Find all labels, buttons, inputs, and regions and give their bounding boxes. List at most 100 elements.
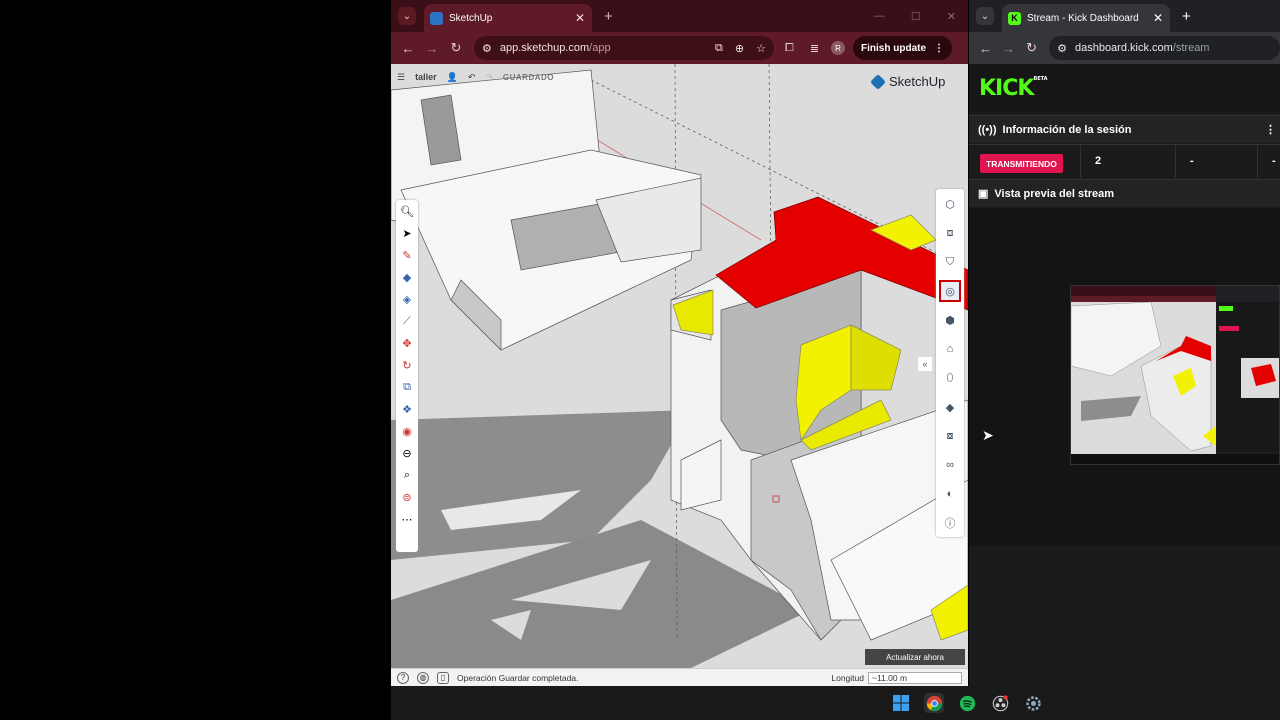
line-icon[interactable]: ⟋ <box>399 314 415 329</box>
install-app-icon[interactable]: ⧉ <box>715 42 723 55</box>
reload-icon[interactable]: ↻ <box>1020 40 1043 56</box>
chrome-icon[interactable] <box>924 693 944 713</box>
measure-input[interactable]: ~11.00 m <box>868 671 962 684</box>
url-site: app.sketchup.com <box>499 42 590 54</box>
follow-me-icon[interactable]: ❖ <box>399 402 415 417</box>
entity-info-icon[interactable]: ⬡ <box>941 195 959 213</box>
address-bar: ← → ↻ ⚙ dashboard.kick.com/stream <box>969 32 1280 64</box>
kick-favicon-icon: K <box>1008 11 1021 25</box>
close-tab-icon[interactable]: ✕ <box>1152 11 1164 25</box>
back-icon[interactable]: ← <box>396 41 420 56</box>
finish-update-label: Finish update <box>861 42 927 54</box>
spotify-icon[interactable] <box>957 693 977 713</box>
address-bar: ← → ↻ ⚙ app.sketchup.com/app ⧉ ⊕ ☆ ⧠ ≣ R… <box>391 32 968 64</box>
stream-preview-header: ▣ Vista previa del stream <box>969 179 1280 207</box>
display-icon[interactable]: ∞ <box>941 456 959 474</box>
kick-logo-text: KICK <box>979 76 1034 101</box>
session-more-icon[interactable]: ⋮ <box>1265 123 1276 136</box>
mouse-icon[interactable]: ▯ <box>437 671 449 684</box>
status-message: Operación Guardar completada. <box>457 672 579 683</box>
right-panel-toolbar: ⬡ ⧈ ⛉ ◎ ⬢ ⌂ ⬯ ◆ ⧇ ∞ ◐ ⓘ <box>936 189 964 537</box>
reading-list-icon[interactable]: ≣ <box>810 42 819 55</box>
scale-icon[interactable]: ⧉ <box>399 380 415 395</box>
back-icon[interactable]: ← <box>974 41 997 56</box>
move-icon[interactable]: ✥ <box>399 336 415 351</box>
select-icon[interactable]: ➤ <box>399 226 415 241</box>
sketchup-logo-text: SketchUp <box>889 74 946 89</box>
url-field[interactable]: ⚙ app.sketchup.com/app ⧉ ⊕ ☆ <box>474 36 774 60</box>
sketchup-browser-window: ⌄ SketchUp ✕ + — ☐ ✕ ← → ↻ ⚙ app.sketchu… <box>391 0 968 686</box>
new-tab-icon[interactable]: + <box>604 8 613 25</box>
push-pull-icon[interactable]: ◉ <box>399 424 415 439</box>
scenes-icon[interactable]: ⬢ <box>941 311 959 329</box>
globe-icon[interactable]: ◍ <box>417 671 429 684</box>
extensions-icon[interactable]: ⧠ <box>785 42 794 55</box>
rotate-icon[interactable]: ↻ <box>399 358 415 373</box>
bookmark-star-icon[interactable]: ☆ <box>756 42 766 55</box>
stream-preview-video[interactable] <box>1070 285 1280 465</box>
materials-icon[interactable]: ⛉ <box>941 253 959 271</box>
tags-icon[interactable]: ⬯ <box>941 369 959 387</box>
site-info-icon[interactable]: ⚙ <box>1057 42 1067 55</box>
dashboard-lower-area <box>969 546 1280 686</box>
sketchup-3d-viewport[interactable] <box>391 64 968 668</box>
eraser-icon[interactable]: ◆ <box>399 270 415 285</box>
reload-icon[interactable]: ↻ <box>444 40 468 56</box>
orbit-icon[interactable]: ⊖ <box>399 446 415 461</box>
pencil-icon[interactable]: ✎ <box>399 248 415 263</box>
tab-sketchup[interactable]: SketchUp ✕ <box>424 4 592 32</box>
update-now-button[interactable]: Actualizar ahora <box>865 649 965 665</box>
project-name[interactable]: taller <box>415 72 437 82</box>
tab-bar: ⌄ SketchUp ✕ + — ☐ ✕ <box>391 0 968 32</box>
zoom-icon[interactable]: ⌕ <box>399 468 415 483</box>
tab-kick-dashboard[interactable]: K Stream - Kick Dashboard ✕ <box>1002 4 1170 32</box>
preview-title: Vista previa del stream <box>994 187 1115 200</box>
components-icon[interactable]: ⧈ <box>941 224 959 242</box>
maximize-icon[interactable]: ☐ <box>911 10 921 23</box>
left-toolbar: 🔍︎ ➤ ✎ ◆ ◈ ⟋ ✥ ↻ ⧉ ❖ ◉ ⊖ ⌕ ⊜ ⋯ <box>396 200 418 552</box>
paint-bucket-icon[interactable]: ◈ <box>399 292 415 307</box>
soften-icon[interactable]: ◆ <box>941 398 959 416</box>
views-icon[interactable]: ◐ <box>941 485 959 503</box>
help-icon[interactable]: ? <box>397 671 409 684</box>
url-field[interactable]: ⚙ dashboard.kick.com/stream <box>1049 36 1280 60</box>
styles-icon[interactable]: ◎ <box>939 280 961 302</box>
hamburger-menu-icon[interactable]: ☰ <box>397 72 405 83</box>
tab-search-icon[interactable]: ⌄ <box>398 7 416 25</box>
screen: ⌄ SketchUp ✕ + — ☐ ✕ ← → ↻ ⚙ app.sketchu… <box>0 0 1280 720</box>
shadows-icon[interactable]: ⧇ <box>941 427 959 445</box>
kick-logo[interactable]: KICKBETA <box>979 76 1048 101</box>
info-icon[interactable]: ⓘ <box>941 514 959 532</box>
settings-icon[interactable] <box>1023 693 1043 713</box>
stat-third: - <box>1257 144 1280 178</box>
obs-icon[interactable] <box>990 693 1010 713</box>
url-path: /stream <box>1172 42 1210 54</box>
session-info-header: ((•)) Información de la sesión ⋮ <box>969 115 1280 143</box>
mouse-cursor-icon: ➤ <box>982 427 994 443</box>
user-icon[interactable]: 👤 <box>447 72 458 83</box>
session-title: Información de la sesión <box>1002 123 1132 136</box>
section-icon[interactable]: ⊜ <box>399 490 415 505</box>
tab-search-icon[interactable]: ⌄ <box>976 7 994 25</box>
url-site: dashboard.kick.com <box>1074 42 1173 54</box>
forward-icon[interactable]: → <box>420 41 444 56</box>
zoom-icon[interactable]: ⊕ <box>735 42 744 55</box>
redo-icon[interactable]: ↷ <box>485 72 493 83</box>
windows-start-icon[interactable] <box>891 693 911 713</box>
live-status-badge: TRANSMITIENDO <box>980 154 1063 173</box>
minimize-icon[interactable]: — <box>874 10 885 23</box>
close-tab-icon[interactable]: ✕ <box>574 11 586 25</box>
finish-update-button[interactable]: Finish update ⋮ <box>853 36 953 60</box>
search-icon[interactable]: 🔍︎ <box>399 204 415 219</box>
profile-avatar[interactable]: R <box>831 41 846 55</box>
outliner-icon[interactable]: ⌂ <box>941 340 959 358</box>
site-info-icon[interactable]: ⚙ <box>482 42 492 55</box>
collapse-panel-icon[interactable]: « <box>918 357 932 371</box>
new-tab-icon[interactable]: + <box>1182 8 1191 25</box>
close-window-icon[interactable]: ✕ <box>947 10 956 23</box>
forward-icon[interactable]: → <box>997 41 1020 56</box>
save-status: GUARDADO <box>502 72 555 82</box>
tab-bar: ⌄ K Stream - Kick Dashboard ✕ + <box>969 0 1280 32</box>
more-icon[interactable]: ⋯ <box>399 512 415 527</box>
undo-icon[interactable]: ↶ <box>468 72 476 83</box>
